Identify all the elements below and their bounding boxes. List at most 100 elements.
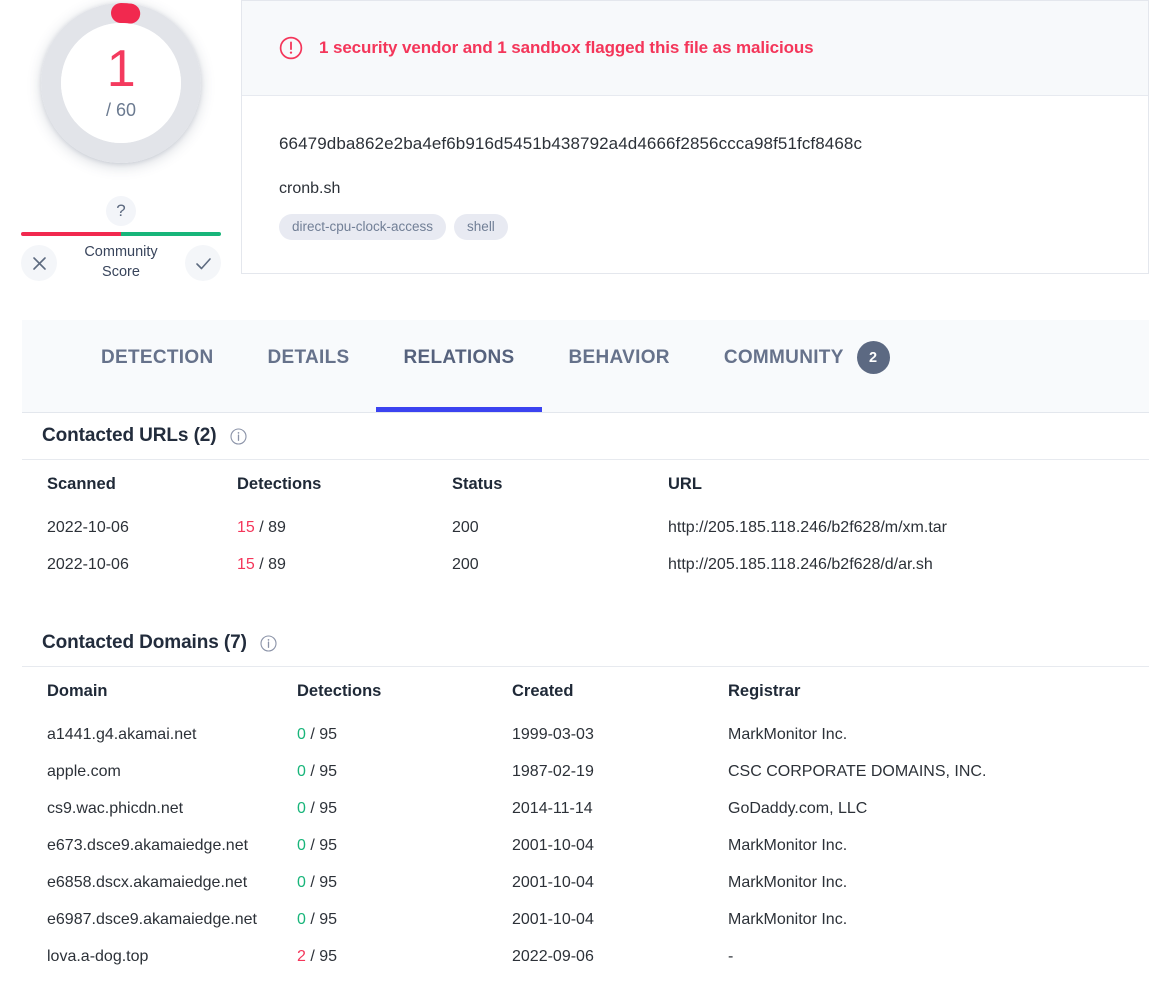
contacted-domains-body: a1441.g4.akamai.net 0 / 95 1999-03-03 Ma… bbox=[22, 716, 1149, 975]
contacted-urls-header: Contacted URLs (2) bbox=[22, 413, 1149, 460]
tab-label: COMMUNITY bbox=[724, 347, 844, 369]
domain-created: 2001-10-04 bbox=[512, 901, 728, 938]
donut-center: 1 / 60 bbox=[61, 23, 181, 143]
contacted-domains-header: Contacted Domains (7) bbox=[22, 620, 1149, 667]
domain-created: 1999-03-03 bbox=[512, 716, 728, 753]
domain-detections: 0 / 95 bbox=[297, 901, 512, 938]
community-count-badge: 2 bbox=[857, 341, 890, 374]
tab-list: DETECTION DETAILS RELATIONS BEHAVIOR COM… bbox=[22, 320, 1149, 412]
tab-label: RELATIONS bbox=[403, 347, 514, 369]
table-header-row: Domain Detections Created Registrar bbox=[22, 667, 1149, 716]
info-circle-icon[interactable] bbox=[260, 635, 277, 652]
domain-registrar: MarkMonitor Inc. bbox=[728, 827, 1149, 864]
file-tag-list: direct-cpu-clock-access shell bbox=[279, 214, 1148, 240]
detections-total: / 95 bbox=[310, 837, 337, 854]
column-header-domain: Domain bbox=[22, 667, 297, 716]
file-hash[interactable]: 66479dba862e2ba4ef6b916d5451b438792a4d46… bbox=[279, 134, 1148, 154]
virustotal-file-report: 1 / 60 ? Community Score bbox=[0, 0, 1149, 998]
report-header: 1 / 60 ? Community Score bbox=[0, 0, 1149, 300]
domain-name[interactable]: cs9.wac.phicdn.net bbox=[22, 790, 297, 827]
contacted-urls-table: Scanned Detections Status URL 2022-10-06… bbox=[22, 460, 1149, 583]
file-info-card: 1 security vendor and 1 sandbox flagged … bbox=[241, 0, 1149, 274]
domain-registrar: MarkMonitor Inc. bbox=[728, 716, 1149, 753]
info-circle-icon[interactable] bbox=[230, 428, 247, 445]
exclamation-circle-icon bbox=[279, 36, 303, 60]
detections-hits: 15 bbox=[237, 556, 255, 573]
check-icon bbox=[194, 255, 213, 272]
tab-detection[interactable]: DETECTION bbox=[74, 320, 240, 412]
community-score-label: Community Score bbox=[57, 242, 185, 282]
section-title: Contacted URLs (2) bbox=[42, 425, 217, 447]
detections-hits: 2 bbox=[297, 948, 306, 965]
detections-hits: 0 bbox=[297, 911, 306, 928]
tab-relations[interactable]: RELATIONS bbox=[376, 320, 541, 412]
table-row: a1441.g4.akamai.net 0 / 95 1999-03-03 Ma… bbox=[22, 716, 1149, 753]
community-score-bar-negative bbox=[21, 232, 121, 236]
url-detections: 15 / 89 bbox=[237, 509, 452, 546]
domain-registrar: GoDaddy.com, LLC bbox=[728, 790, 1149, 827]
url-value[interactable]: http://205.185.118.246/b2f628/d/ar.sh bbox=[668, 546, 1149, 583]
tab-details[interactable]: DETAILS bbox=[240, 320, 376, 412]
domain-detections: 0 / 95 bbox=[297, 753, 512, 790]
column-header-detections: Detections bbox=[237, 460, 452, 509]
domain-name[interactable]: e673.dsce9.akamaiedge.net bbox=[22, 827, 297, 864]
table-row: e673.dsce9.akamaiedge.net 0 / 95 2001-10… bbox=[22, 827, 1149, 864]
community-score-label-line2: Score bbox=[102, 264, 140, 280]
contacted-domains-section: Contacted Domains (7) Domain Detections … bbox=[22, 620, 1149, 975]
x-icon bbox=[31, 255, 48, 272]
tab-label: DETAILS bbox=[267, 347, 349, 369]
table-row: lova.a-dog.top 2 / 95 2022-09-06 - bbox=[22, 938, 1149, 975]
domain-detections: 0 / 95 bbox=[297, 864, 512, 901]
community-score-help-icon[interactable]: ? bbox=[106, 196, 136, 226]
domain-registrar: CSC CORPORATE DOMAINS, INC. bbox=[728, 753, 1149, 790]
vote-up-button[interactable] bbox=[185, 245, 221, 281]
score-value: 1 bbox=[107, 44, 135, 94]
detections-total: / 95 bbox=[310, 763, 337, 780]
domain-created: 2014-11-14 bbox=[512, 790, 728, 827]
detections-hits: 0 bbox=[297, 837, 306, 854]
column-header-status: Status bbox=[452, 460, 668, 509]
domain-created: 2022-09-06 bbox=[512, 938, 728, 975]
detections-hits: 0 bbox=[297, 763, 306, 780]
column-header-created: Created bbox=[512, 667, 728, 716]
detections-hits: 0 bbox=[297, 874, 306, 891]
column-header-registrar: Registrar bbox=[728, 667, 1149, 716]
detections-hits: 0 bbox=[297, 726, 306, 743]
detections-total: / 95 bbox=[310, 911, 337, 928]
detections-total: / 95 bbox=[310, 800, 337, 817]
domain-name[interactable]: apple.com bbox=[22, 753, 297, 790]
score-total: / 60 bbox=[106, 100, 136, 121]
domain-name[interactable]: lova.a-dog.top bbox=[22, 938, 297, 975]
detections-hits: 15 bbox=[237, 519, 255, 536]
tab-label: BEHAVIOR bbox=[569, 347, 670, 369]
file-summary: 66479dba862e2ba4ef6b916d5451b438792a4d46… bbox=[242, 96, 1148, 240]
vote-down-button[interactable] bbox=[21, 245, 57, 281]
url-value[interactable]: http://205.185.118.246/b2f628/m/xm.tar bbox=[668, 509, 1149, 546]
community-score-bar bbox=[21, 232, 221, 236]
table-row: 2022-10-06 15 / 89 200 http://205.185.11… bbox=[22, 546, 1149, 583]
tab-behavior[interactable]: BEHAVIOR bbox=[542, 320, 697, 412]
tab-community[interactable]: COMMUNITY 2 bbox=[697, 320, 917, 412]
domain-name[interactable]: a1441.g4.akamai.net bbox=[22, 716, 297, 753]
table-row: e6858.dscx.akamaiedge.net 0 / 95 2001-10… bbox=[22, 864, 1149, 901]
url-status: 200 bbox=[452, 509, 668, 546]
url-status: 200 bbox=[452, 546, 668, 583]
domain-detections: 2 / 95 bbox=[297, 938, 512, 975]
file-tag[interactable]: shell bbox=[454, 214, 508, 240]
table-row: cs9.wac.phicdn.net 0 / 95 2014-11-14 GoD… bbox=[22, 790, 1149, 827]
domain-name[interactable]: e6858.dscx.akamaiedge.net bbox=[22, 864, 297, 901]
file-name: cronb.sh bbox=[279, 180, 1148, 198]
domain-name[interactable]: e6987.dsce9.akamaiedge.net bbox=[22, 901, 297, 938]
file-tag[interactable]: direct-cpu-clock-access bbox=[279, 214, 446, 240]
domain-registrar: MarkMonitor Inc. bbox=[728, 901, 1149, 938]
table-header-row: Scanned Detections Status URL bbox=[22, 460, 1149, 509]
domain-created: 1987-02-19 bbox=[512, 753, 728, 790]
domain-detections: 0 / 95 bbox=[297, 716, 512, 753]
detection-score-donut: 1 / 60 bbox=[41, 3, 201, 163]
malicious-alert-text: 1 security vendor and 1 sandbox flagged … bbox=[319, 38, 814, 58]
community-score-bar-positive bbox=[121, 232, 221, 236]
section-title: Contacted Domains (7) bbox=[42, 632, 247, 654]
column-header-url: URL bbox=[668, 460, 1149, 509]
detections-total: / 95 bbox=[310, 948, 337, 965]
table-row: 2022-10-06 15 / 89 200 http://205.185.11… bbox=[22, 509, 1149, 546]
